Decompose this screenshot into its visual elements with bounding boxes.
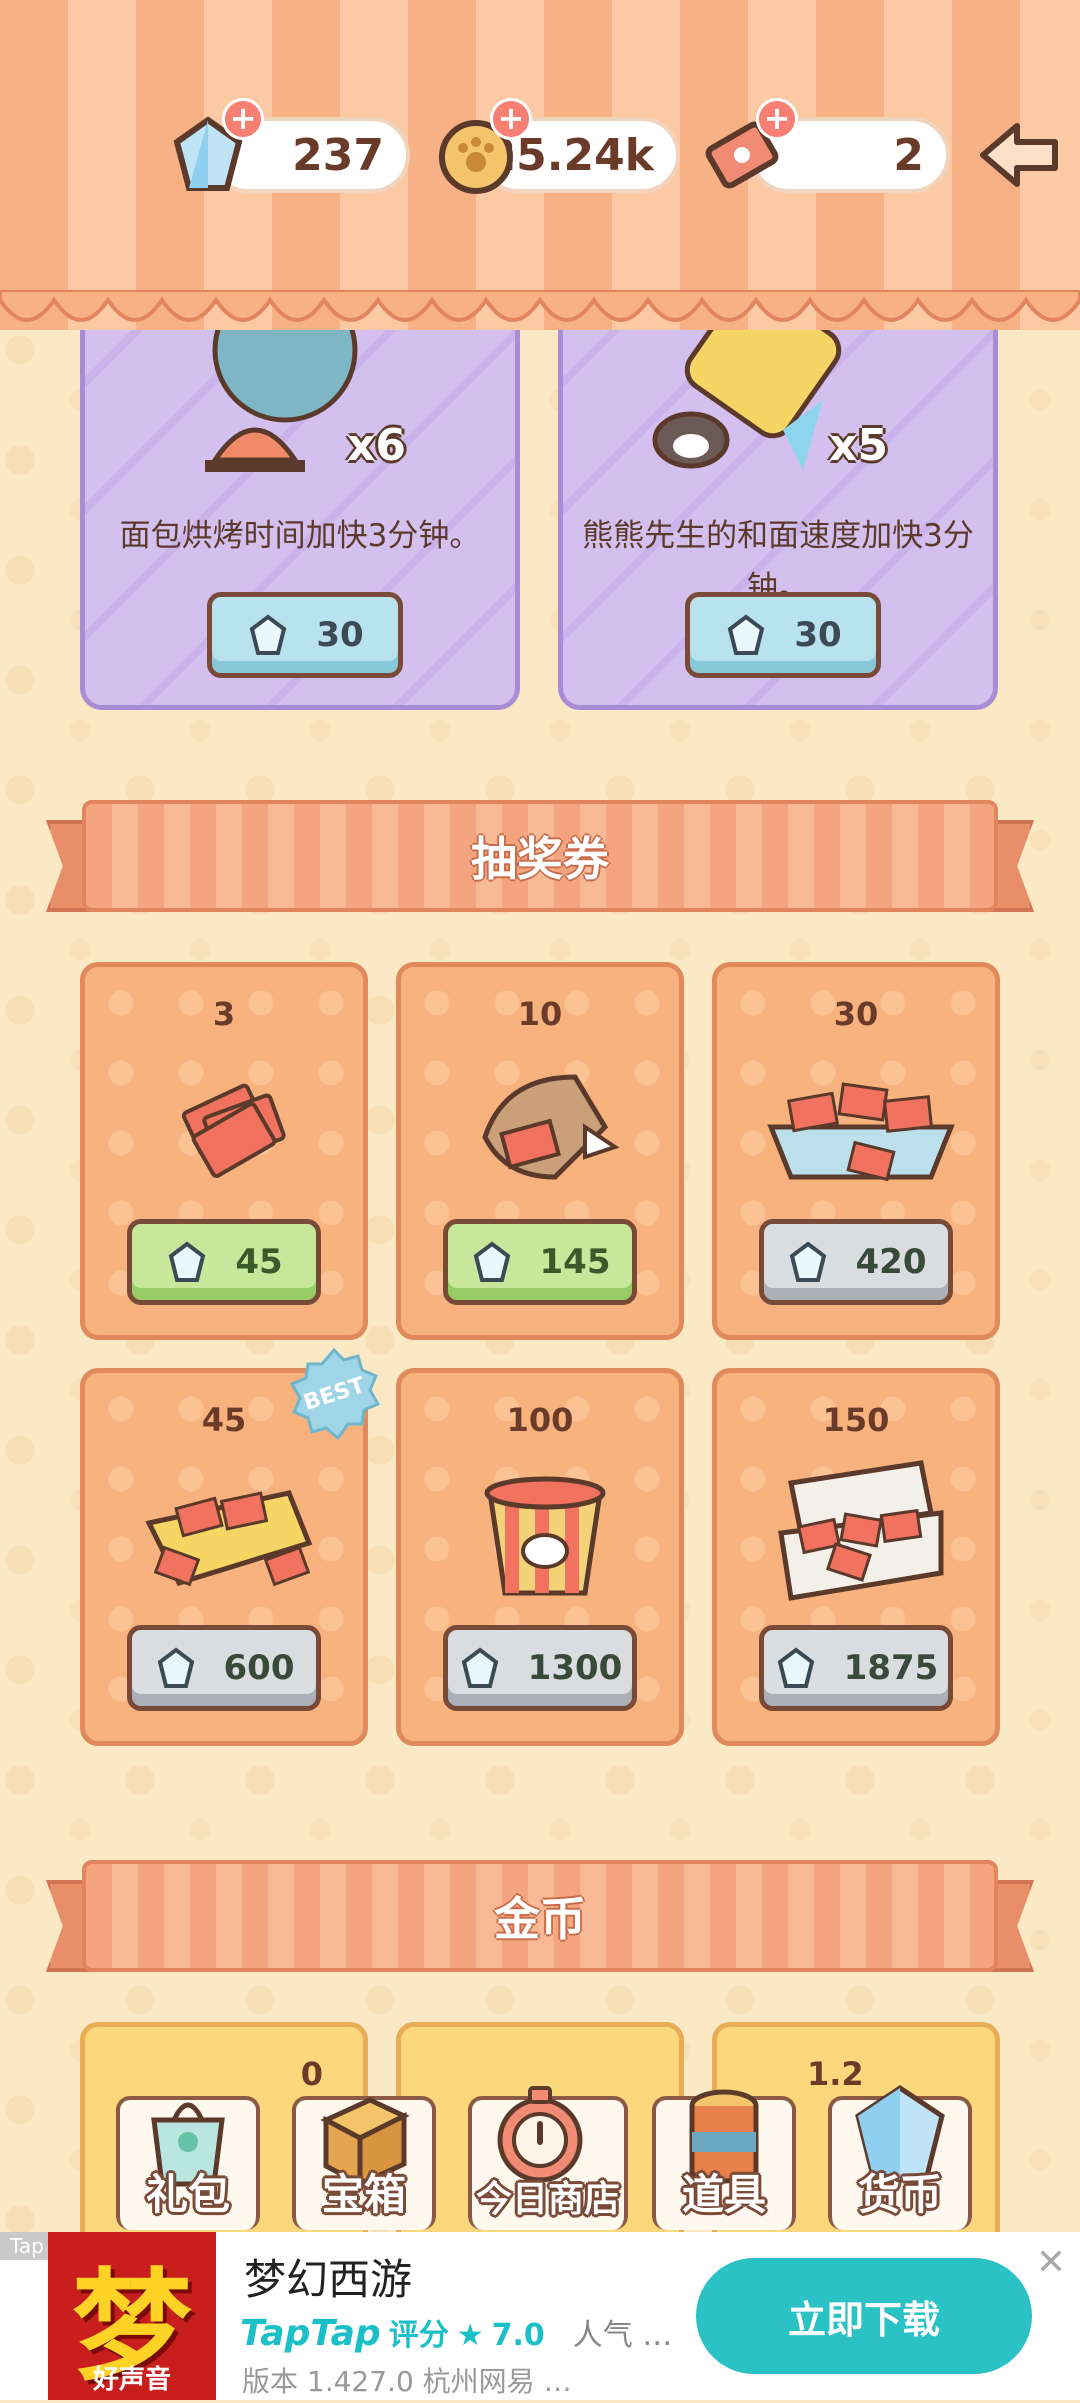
buy-ticket-pack-button[interactable]: 1300	[443, 1625, 637, 1711]
coins-section-banner: 金币	[46, 1860, 1034, 1972]
nav-tab-gift-pack[interactable]: 礼包	[112, 2090, 264, 2230]
tickets-section-banner: 抽奖券	[46, 800, 1034, 912]
ticket-pack-card[interactable]: 100 1300	[396, 1368, 684, 1746]
buy-ticket-pack-button[interactable]: 420	[759, 1219, 953, 1305]
close-icon[interactable]: ✕	[1036, 2242, 1066, 2283]
buy-ticket-pack-button[interactable]: 600	[127, 1625, 321, 1711]
ticket-envelope-icon	[482, 1074, 620, 1180]
ticket-crate-icon	[778, 1460, 944, 1601]
ticket-tray-icon	[767, 1082, 955, 1182]
ticket-pack-price: 1300	[527, 1648, 623, 1688]
nav-tab-items[interactable]: 道具	[648, 2089, 800, 2230]
buy-boost-dough-button[interactable]: 30	[685, 592, 881, 678]
ad-app-title: 梦幻西游	[244, 2255, 413, 2304]
boost-price: 30	[794, 615, 842, 655]
currency-bar: 237 + 25.24k + 2 +	[0, 98, 1080, 200]
gem-icon	[473, 1241, 510, 1282]
gem-icon	[777, 1647, 814, 1688]
best-value-badge: BEST	[286, 1346, 382, 1442]
ad-rating-label: 评分	[388, 2318, 449, 2353]
back-arrow-icon	[980, 123, 1058, 187]
nav-tab-label: 今日商店	[475, 2179, 620, 2220]
ticket-box-icon	[145, 1490, 313, 1587]
awning-scallops	[0, 290, 1080, 322]
nav-tab-treasure-chest[interactable]: 宝箱	[288, 2090, 440, 2230]
ticket-pack-price: 1875	[843, 1648, 939, 1688]
ad-tag: Tap	[0, 2232, 54, 2260]
ticket-pack-count: 10	[517, 995, 563, 1033]
nav-tab-daily-shop[interactable]: 今日商店	[464, 2086, 632, 2230]
boost-card-dough: x5 熊熊先生的和面速度加快3分钟。 30	[558, 281, 998, 710]
ticket-pack-card[interactable]: 3 45	[80, 962, 368, 1340]
buy-boost-bake-button[interactable]: 30	[207, 592, 403, 678]
ad-version: 版本 1.427.0 杭州网易 …	[242, 2365, 572, 2398]
ad-banner[interactable]: Tap 梦 好声音 梦幻西游 TapTap 评分 ★ 7.0 人气 … 版本 1…	[0, 2232, 1080, 2400]
gem-icon	[789, 1241, 826, 1282]
ad-brand: TapTap	[240, 2313, 381, 2354]
gem-icon	[157, 1647, 194, 1688]
buy-ticket-pack-button[interactable]: 145	[443, 1219, 637, 1305]
ticket-pack-card[interactable]: 150 1875	[712, 1368, 1000, 1746]
boost-price: 30	[316, 615, 364, 655]
add-coins-icon[interactable]: +	[490, 98, 532, 140]
add-tickets-icon[interactable]: +	[756, 98, 798, 140]
ticket-count: 2	[893, 129, 924, 181]
ticket-pack-count: 30	[833, 995, 879, 1033]
buy-ticket-pack-button[interactable]: 1875	[759, 1625, 953, 1711]
shop-category-nav: 礼包 宝箱 今日商店 道具 货币	[112, 2084, 982, 2230]
ad-logo-subtitle: 好声音	[92, 2365, 171, 2395]
gem-icon	[728, 614, 765, 655]
back-button[interactable]	[974, 110, 1064, 200]
ad-rating-score: 7.0	[491, 2318, 545, 2353]
ticket-pack-price: 600	[223, 1648, 295, 1688]
nav-tab-currency[interactable]: 货币	[824, 2084, 976, 2230]
ticket-pack-count: 100	[506, 1401, 574, 1439]
buy-ticket-pack-button[interactable]: 45	[127, 1219, 321, 1305]
ticket-pack-card[interactable]: 30 420	[712, 962, 1000, 1340]
section-title: 抽奖券	[82, 800, 998, 912]
nav-tab-label: 宝箱	[321, 2170, 406, 2219]
gem-icon	[461, 1647, 498, 1688]
ticket-pack-price: 145	[539, 1242, 611, 1282]
ticket-pack-card[interactable]: 10 145	[396, 962, 684, 1340]
ad-popularity: 人气 …	[572, 2318, 673, 2353]
ticket-bucket-icon	[484, 1476, 606, 1596]
ticket-pack-count: 3	[212, 995, 236, 1033]
boost-multiplier: x6	[347, 420, 406, 471]
ticket-pack-price: 420	[855, 1242, 927, 1282]
section-title: 金币	[82, 1860, 998, 1972]
gem-icon	[169, 1241, 206, 1282]
ticket-stack-small-icon	[181, 1083, 286, 1178]
ad-download-button[interactable]: 立即下载	[696, 2258, 1032, 2374]
boost-description: 面包烘烤时间加快3分钟。	[119, 518, 481, 554]
boost-card-bake: x6 面包烘烤时间加快3分钟。 30	[80, 277, 520, 710]
ticket-pack-count: 150	[822, 1401, 890, 1439]
gem-icon	[250, 614, 287, 655]
boost-multiplier: x5	[829, 420, 888, 471]
add-gems-icon[interactable]: +	[222, 98, 264, 140]
star-icon: ★	[456, 2318, 484, 2353]
ad-app-logo[interactable]: 梦 好声音	[48, 2232, 216, 2400]
nav-tab-label: 道具	[681, 2170, 766, 2219]
nav-tab-label: 礼包	[145, 2170, 230, 2219]
ad-rating-row: TapTap 评分 ★ 7.0 人气 …	[240, 2310, 672, 2354]
nav-tab-label: 货币	[857, 2170, 942, 2219]
gem-count: 237	[292, 129, 384, 181]
ticket-pack-price: 45	[235, 1242, 283, 1282]
